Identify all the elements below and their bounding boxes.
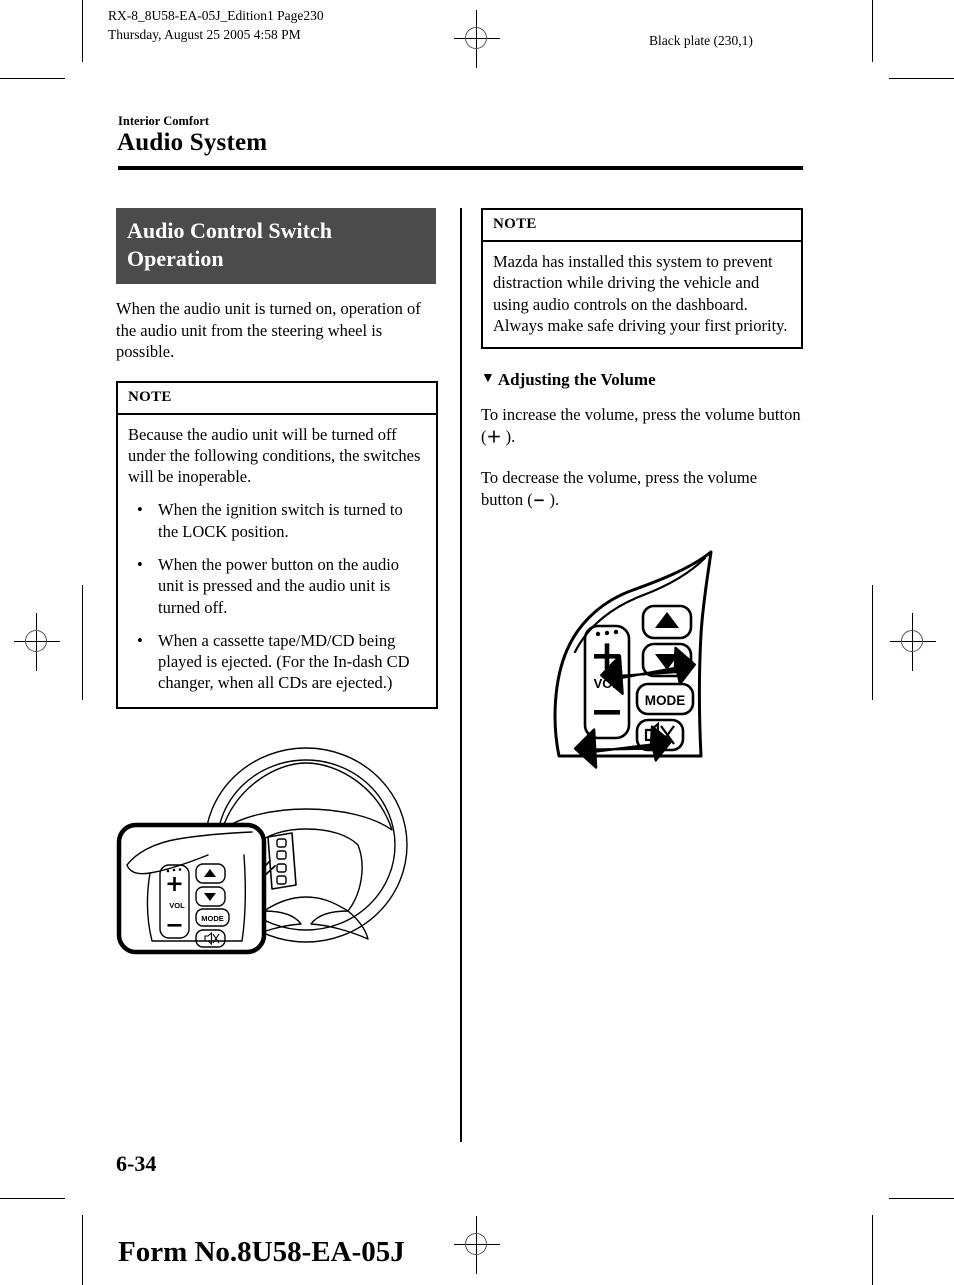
document-header: RX-8_8U58-EA-05J_Edition1 Page230 Thursd… <box>108 6 324 44</box>
plus-symbol-icon: ＋ <box>486 427 502 446</box>
increase-text-after: ). <box>501 426 516 446</box>
black-plate-label: Black plate (230,1) <box>649 33 753 48</box>
left-column: Audio Control Switch Operation When the … <box>116 208 438 975</box>
crop-mark-bottom-left-horizontal <box>0 1198 65 1199</box>
list-item-text: When the power button on the audio unit … <box>158 555 400 617</box>
steering-wheel-right-spoke <box>310 910 369 940</box>
note-text-line-1: Mazda has installed this system to preve… <box>493 252 773 314</box>
title-rule <box>118 166 803 170</box>
list-item: • When a cassette tape/MD/CD being played… <box>128 630 426 694</box>
switch-panel-on-wheel <box>267 831 297 890</box>
header-date-line: Thursday, August 25 2005 4:58 PM <box>108 27 301 43</box>
crop-mark-top-left-horizontal <box>0 78 65 79</box>
decrease-text-after: ). <box>545 489 560 509</box>
note-bullet-list: • When the ignition switch is turned to t… <box>128 499 426 693</box>
crop-mark-bottom-right-horizontal <box>889 1198 954 1199</box>
registration-mark-left <box>14 613 60 671</box>
wheel-switch-mode-key <box>276 863 287 873</box>
increase-volume-paragraph: To increase the volume, press the volume… <box>481 404 803 447</box>
steering-wheel-top-spoke <box>221 762 393 831</box>
callout-box <box>116 822 267 954</box>
crop-mark-top-right-vertical <box>872 0 873 62</box>
press-arrow-lower <box>573 725 673 769</box>
triangle-down-icon: ▼ <box>481 371 495 387</box>
section-label: Interior Comfort <box>118 114 210 128</box>
subheading-text: Adjusting the Volume <box>497 370 656 390</box>
list-item-text: When a cassette tape/MD/CD being played … <box>158 630 410 693</box>
audio-control-switch-illustration: VOL MODE <box>553 550 713 769</box>
note-box-right: NOTE Mazda has installed this system to … <box>481 208 803 350</box>
list-item-text: When the ignition switch is turned to th… <box>158 500 403 541</box>
crop-mark-bottom-left-vertical <box>82 1215 83 1285</box>
bullet-glyph: • <box>137 500 143 520</box>
note-body: Mazda has installed this system to preve… <box>483 242 801 347</box>
switch-panel-outline <box>553 550 713 758</box>
decrease-text-before: To decrease the volume, press the volume… <box>481 468 758 509</box>
wheel-switch-down-key <box>276 850 287 860</box>
bullet-glyph: • <box>137 555 143 575</box>
manual-page: RX-8_8U58-EA-05J_Edition1 Page230 Thursd… <box>0 0 954 1285</box>
audio-control-switch-figure: VOL MODE <box>545 544 803 774</box>
vol-label: VOL <box>169 901 185 910</box>
increase-text-before: To increase the volume, press the volume… <box>481 405 801 446</box>
press-arrow-upper <box>600 646 696 695</box>
adjusting-the-volume-heading: ▼ Adjusting the Volume <box>481 370 803 390</box>
wheel-switch-up-key <box>276 838 287 848</box>
note-title: NOTE <box>118 383 436 415</box>
page-number: 6-34 <box>116 1151 157 1176</box>
bullet-glyph: • <box>137 630 143 650</box>
note-box-left: NOTE Because the audio unit will be turn… <box>116 380 438 709</box>
seek-up-triangle <box>655 612 679 628</box>
mode-label: MODE <box>645 693 686 708</box>
minus-symbol-icon: − <box>532 490 546 509</box>
list-item: • When the ignition switch is turned to t… <box>128 499 426 542</box>
note-title: NOTE <box>483 210 801 242</box>
crop-mark-left-mid-vertical <box>82 585 83 700</box>
intro-paragraph: When the audio unit is turned on, operat… <box>116 299 421 362</box>
column-divider <box>460 208 462 1142</box>
right-column: NOTE Mazda has installed this system to … <box>481 208 803 774</box>
note-text-line-2: Always make safe driving your first prio… <box>493 315 788 335</box>
mode-label: MODE <box>201 914 224 923</box>
registration-mark-right <box>890 613 936 671</box>
wheel-switch-mute-key <box>276 875 287 885</box>
steering-wheel-illustration: VOL MODE <box>116 747 408 954</box>
registration-mark-top-center <box>454 10 500 68</box>
registration-mark-bottom-center <box>454 1216 500 1274</box>
decrease-volume-paragraph: To decrease the volume, press the volume… <box>481 467 803 510</box>
crop-mark-top-right-horizontal <box>889 78 954 79</box>
form-number: Form No.8U58-EA-05J <box>118 1236 405 1268</box>
note-intro-text: Because the audio unit will be turned of… <box>128 424 421 487</box>
audio-control-switch-operation-heading: Audio Control Switch Operation <box>116 208 436 285</box>
steering-wheel-figure: VOL MODE <box>116 725 438 975</box>
crop-mark-bottom-right-vertical <box>872 1215 873 1285</box>
note-body: Because the audio unit will be turned of… <box>118 415 436 707</box>
crop-mark-top-left-vertical <box>82 0 83 62</box>
page-title: Audio System <box>117 129 268 156</box>
crop-mark-right-mid-vertical <box>872 585 873 700</box>
list-item: • When the power button on the audio unit… <box>128 554 426 618</box>
header-file-line: RX-8_8U58-EA-05J_Edition1 Page230 <box>108 8 324 23</box>
